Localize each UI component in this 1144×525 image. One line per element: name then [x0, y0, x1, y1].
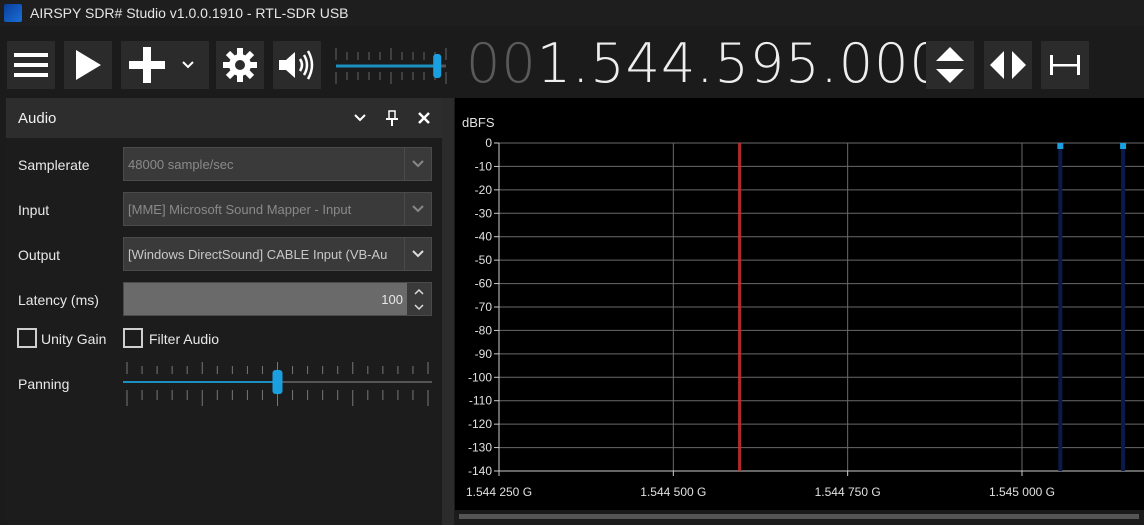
audio-panel-header: Audio: [6, 98, 442, 138]
marker-cap: [1057, 143, 1064, 149]
output-label: Output: [18, 247, 61, 263]
pin-icon: [386, 110, 398, 126]
unity-gain-checkbox[interactable]: [17, 328, 37, 348]
spin-up-icon[interactable]: [414, 288, 424, 295]
volume-slider[interactable]: [334, 44, 454, 88]
y-tick-label: -60: [475, 277, 493, 291]
samplerate-value: 48000 sample/sec: [128, 157, 234, 172]
toolbar: 001.544.595.000: [0, 26, 1144, 98]
y-tick-label: -100: [468, 370, 492, 384]
pin-button[interactable]: [382, 108, 402, 128]
dropdown-arrow[interactable]: [404, 238, 431, 270]
menu-icon: [14, 53, 48, 77]
latency-input[interactable]: 100: [123, 282, 432, 316]
frequency-leading-zeros: 00: [466, 32, 537, 95]
samplerate-label: Samplerate: [18, 157, 90, 173]
up-down-arrows-icon: [936, 47, 964, 83]
chevron-down-icon: [412, 160, 424, 168]
collapse-button[interactable]: [350, 108, 370, 128]
marker-band: [1121, 143, 1126, 471]
y-tick-label: -80: [475, 323, 493, 337]
spectrum-chart[interactable]: dBFS 0 -10 -20 -30 -40 -50 -60 -70 -80 -90 -100 -11…: [455, 98, 1144, 510]
y-tick-label: -50: [475, 253, 493, 267]
output-value: [Windows DirectSound] CABLE Input (VB-Au: [128, 247, 388, 262]
span-icon: [1050, 55, 1080, 75]
frequency-step-button[interactable]: [926, 41, 974, 89]
panning-handle[interactable]: [272, 370, 283, 394]
filter-audio-checkbox[interactable]: [123, 328, 143, 348]
volume-handle[interactable]: [433, 54, 442, 78]
output-select[interactable]: [Windows DirectSound] CABLE Input (VB-Au: [123, 237, 432, 271]
marker-cap: [1120, 143, 1127, 149]
panel-title: Audio: [18, 110, 57, 127]
add-button[interactable]: [121, 41, 209, 89]
x-tick-label: 1.544 250 G: [466, 485, 532, 499]
scrollbar-thumb[interactable]: [459, 514, 1139, 519]
app-icon: [4, 4, 22, 22]
panning-slider[interactable]: [123, 356, 432, 410]
y-tick-label: -130: [468, 441, 492, 455]
spin-down-icon[interactable]: [414, 303, 424, 311]
x-tick-label: 1.544 750 G: [815, 485, 881, 499]
mute-button[interactable]: [273, 41, 321, 89]
latency-label: Latency (ms): [18, 292, 99, 308]
frequency-display[interactable]: 001.544.595.000: [466, 34, 945, 94]
panel-splitter[interactable]: [442, 98, 454, 525]
x-tick-label: 1.545 000 G: [989, 485, 1055, 499]
filter-audio-label: Filter Audio: [149, 331, 220, 347]
latency-spinner[interactable]: [407, 283, 431, 315]
unity-gain-label: Unity Gain: [41, 331, 107, 347]
y-tick-label: -10: [475, 159, 493, 173]
y-tick-label: -40: [475, 230, 493, 244]
settings-button[interactable]: [216, 41, 264, 89]
spectrum-view[interactable]: dBFS 0 -10 -20 -30 -40 -50 -60 -70 -80 -90 -100 -11…: [455, 98, 1144, 525]
y-tick-label: -20: [475, 183, 493, 197]
close-icon: [418, 112, 430, 124]
tuning-mode-button[interactable]: [984, 41, 1032, 89]
y-axis-unit: dBFS: [462, 115, 495, 130]
chevron-down-icon: [354, 114, 366, 122]
span-button[interactable]: [1041, 41, 1089, 89]
y-tick-label: -30: [475, 206, 493, 220]
frequency-value: 1.544.595.000: [536, 32, 945, 95]
left-right-arrows-icon: [990, 51, 1026, 79]
add-icon: [129, 47, 165, 83]
input-value: [MME] Microsoft Sound Mapper - Input: [128, 202, 352, 217]
window-title: AIRSPY SDR# Studio v1.0.0.1910 - RTL-SDR…: [30, 5, 349, 21]
chevron-down-icon: [412, 250, 424, 258]
y-tick-label: -70: [475, 300, 493, 314]
chevron-down-icon: [412, 205, 424, 213]
panning-label: Panning: [18, 376, 70, 392]
y-tick-label: -90: [475, 347, 493, 361]
samplerate-select[interactable]: 48000 sample/sec: [123, 147, 432, 181]
y-tick-label: -110: [469, 394, 492, 408]
play-icon: [76, 50, 101, 80]
y-tick-label: -140: [468, 464, 492, 478]
title-bar: AIRSPY SDR# Studio v1.0.0.1910 - RTL-SDR…: [0, 0, 1144, 26]
close-button[interactable]: [414, 108, 434, 128]
x-tick-label: 1.544 500 G: [640, 485, 706, 499]
tuned-frequency-line: [738, 143, 742, 471]
play-button[interactable]: [64, 41, 112, 89]
menu-button[interactable]: [7, 41, 55, 89]
gear-icon: [223, 48, 257, 82]
latency-value: 100: [381, 292, 403, 307]
marker-band: [1058, 143, 1063, 471]
speaker-icon: [279, 50, 314, 80]
input-label: Input: [18, 202, 50, 218]
y-tick-label: 0: [485, 136, 492, 150]
chevron-down-icon[interactable]: [181, 60, 195, 70]
dropdown-arrow[interactable]: [404, 148, 431, 180]
spectrum-scrollbar[interactable]: [455, 510, 1144, 525]
input-select[interactable]: [MME] Microsoft Sound Mapper - Input: [123, 192, 432, 226]
y-tick-label: -120: [468, 417, 492, 431]
dropdown-arrow[interactable]: [404, 193, 431, 225]
audio-panel: Audio Samplerate 48000 sample/sec Input …: [6, 98, 442, 525]
